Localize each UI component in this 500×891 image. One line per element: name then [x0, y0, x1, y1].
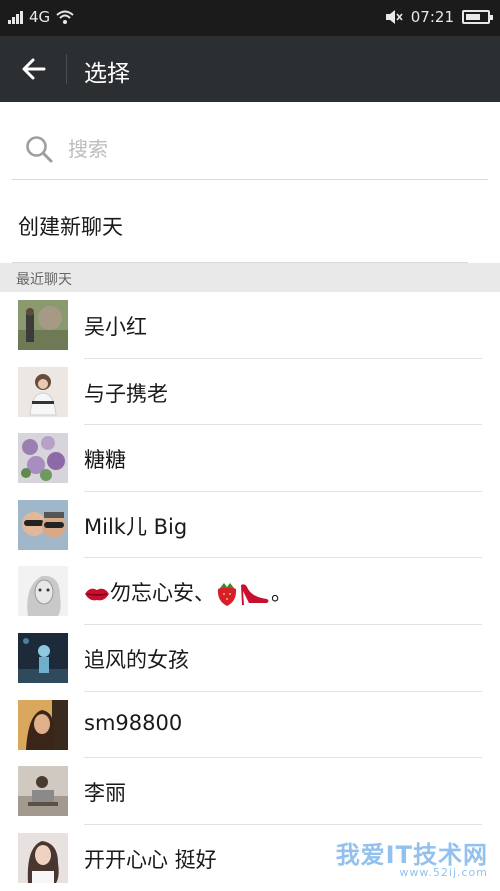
contact-item[interactable]: 勿忘心安、 。: [0, 558, 500, 625]
contact-item[interactable]: 与子携老: [0, 359, 500, 426]
high-heel-icon: [241, 584, 269, 606]
signal-icon: [8, 10, 23, 24]
contact-item[interactable]: 李丽: [0, 758, 500, 825]
contact-name: Milk儿 Big: [84, 514, 188, 539]
contact-name-suffix: 。: [271, 581, 292, 606]
back-arrow-icon[interactable]: [18, 53, 50, 85]
contact-item[interactable]: Milk儿 Big: [0, 492, 500, 559]
status-time: 07:21: [410, 8, 454, 26]
contact-name: 与子携老: [84, 381, 168, 406]
avatar: [18, 766, 68, 817]
create-new-chat-button[interactable]: 创建新聊天: [0, 190, 500, 260]
avatar: [18, 632, 68, 683]
search-input[interactable]: [66, 130, 470, 168]
strawberry-icon: [217, 583, 237, 607]
avatar: [18, 699, 68, 750]
battery-icon: [462, 10, 493, 24]
avatar: [18, 300, 68, 350]
contact-item[interactable]: 糖糖: [0, 425, 500, 492]
avatar: [18, 433, 68, 484]
section-label: 最近聊天: [16, 272, 72, 288]
recent-chat-list: 吴小红 与子携老 糖糖 Milk儿 Big 勿忘心安、 。 追风的女孩 sm98…: [0, 292, 500, 891]
contact-name: 吴小红: [84, 315, 147, 339]
contact-item[interactable]: sm98800: [0, 692, 500, 759]
volume-muted-icon: [385, 10, 403, 24]
watermark: 我爱IT技术网 www.52ij.com: [336, 835, 488, 879]
avatar: [18, 366, 68, 417]
section-header-recent-chats: 最近聊天: [0, 263, 500, 292]
contact-name: 开开心心 挺好: [84, 847, 217, 872]
search-icon: [26, 136, 53, 163]
title-divider: [66, 54, 67, 84]
page-title: 选择: [84, 61, 130, 87]
watermark-brand: 我爱IT技术网: [335, 841, 488, 869]
contact-name: 李丽: [84, 781, 126, 806]
search-bar: [12, 118, 488, 180]
contact-item[interactable]: 吴小红: [0, 292, 500, 359]
contact-name: 勿忘心安、 。: [84, 577, 292, 607]
lips-icon: [85, 589, 109, 601]
avatar: [18, 566, 68, 617]
contact-name: 糖糖: [84, 448, 126, 473]
contact-name: 追风的女孩: [84, 647, 189, 672]
avatar: [18, 499, 68, 550]
wifi-icon: [56, 10, 74, 24]
title-bar: 选择: [0, 36, 500, 102]
status-bar: 4G 07:21: [0, 0, 500, 36]
contact-item[interactable]: 追风的女孩: [0, 625, 500, 692]
battery-level: [466, 14, 480, 20]
avatar: [18, 832, 68, 883]
network-type: 4G: [29, 8, 51, 26]
contact-name: sm98800: [84, 710, 183, 735]
create-new-chat-label: 创建新聊天: [18, 215, 123, 239]
contact-name-text: 勿忘心安、: [110, 581, 215, 606]
